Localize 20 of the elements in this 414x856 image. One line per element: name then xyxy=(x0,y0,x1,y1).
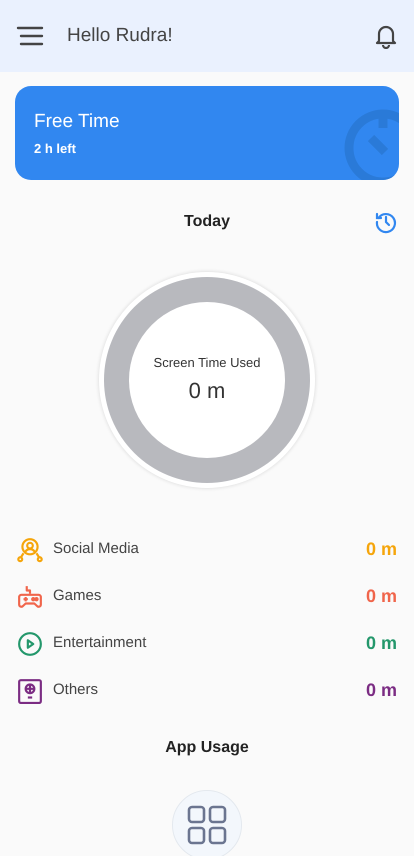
bell-icon[interactable] xyxy=(374,23,398,49)
history-icon[interactable] xyxy=(374,210,398,234)
section-title: App Usage xyxy=(165,738,249,758)
donut-label: Screen Time Used xyxy=(154,354,260,372)
category-name: Entertainment xyxy=(53,633,146,654)
card-title: Free Time xyxy=(34,110,121,134)
category-name: Social Media xyxy=(53,539,139,560)
category-time: 0 m xyxy=(366,585,397,608)
section-title: Today xyxy=(184,212,230,232)
grid-icon xyxy=(187,805,227,845)
free-time-card[interactable]: Free Time 2 h left xyxy=(15,86,399,180)
category-time: 0 m xyxy=(366,538,397,561)
card-subtitle: 2 h left xyxy=(34,140,77,158)
category-time: 0 m xyxy=(366,632,397,655)
category-name: Others xyxy=(53,680,98,700)
donut-value: 0 m xyxy=(188,377,226,406)
menu-icon[interactable] xyxy=(16,26,44,46)
category-name: Games xyxy=(53,586,102,606)
category-time: 0 m xyxy=(366,679,397,702)
greeting-title: Hello Rudra! xyxy=(67,24,173,48)
